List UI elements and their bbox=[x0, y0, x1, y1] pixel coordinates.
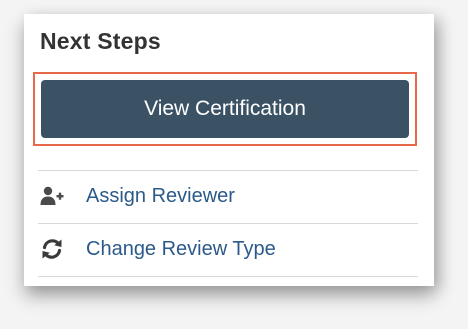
assign-reviewer-item[interactable]: Assign Reviewer bbox=[38, 171, 418, 221]
refresh-icon bbox=[40, 237, 64, 261]
panel-title: Next Steps bbox=[40, 28, 161, 54]
divider-bottom bbox=[38, 276, 418, 277]
screenshot-stage: Next Steps View Certification Assign Rev… bbox=[0, 0, 468, 329]
change-review-type-item[interactable]: Change Review Type bbox=[38, 224, 418, 274]
assign-reviewer-label: Assign Reviewer bbox=[86, 184, 235, 207]
next-steps-panel: Next Steps View Certification Assign Rev… bbox=[24, 14, 434, 286]
change-review-type-label: Change Review Type bbox=[86, 237, 276, 260]
primary-button-highlight: View Certification bbox=[33, 72, 417, 146]
assign-reviewer-icon bbox=[40, 184, 64, 208]
view-certification-button[interactable]: View Certification bbox=[41, 80, 409, 138]
